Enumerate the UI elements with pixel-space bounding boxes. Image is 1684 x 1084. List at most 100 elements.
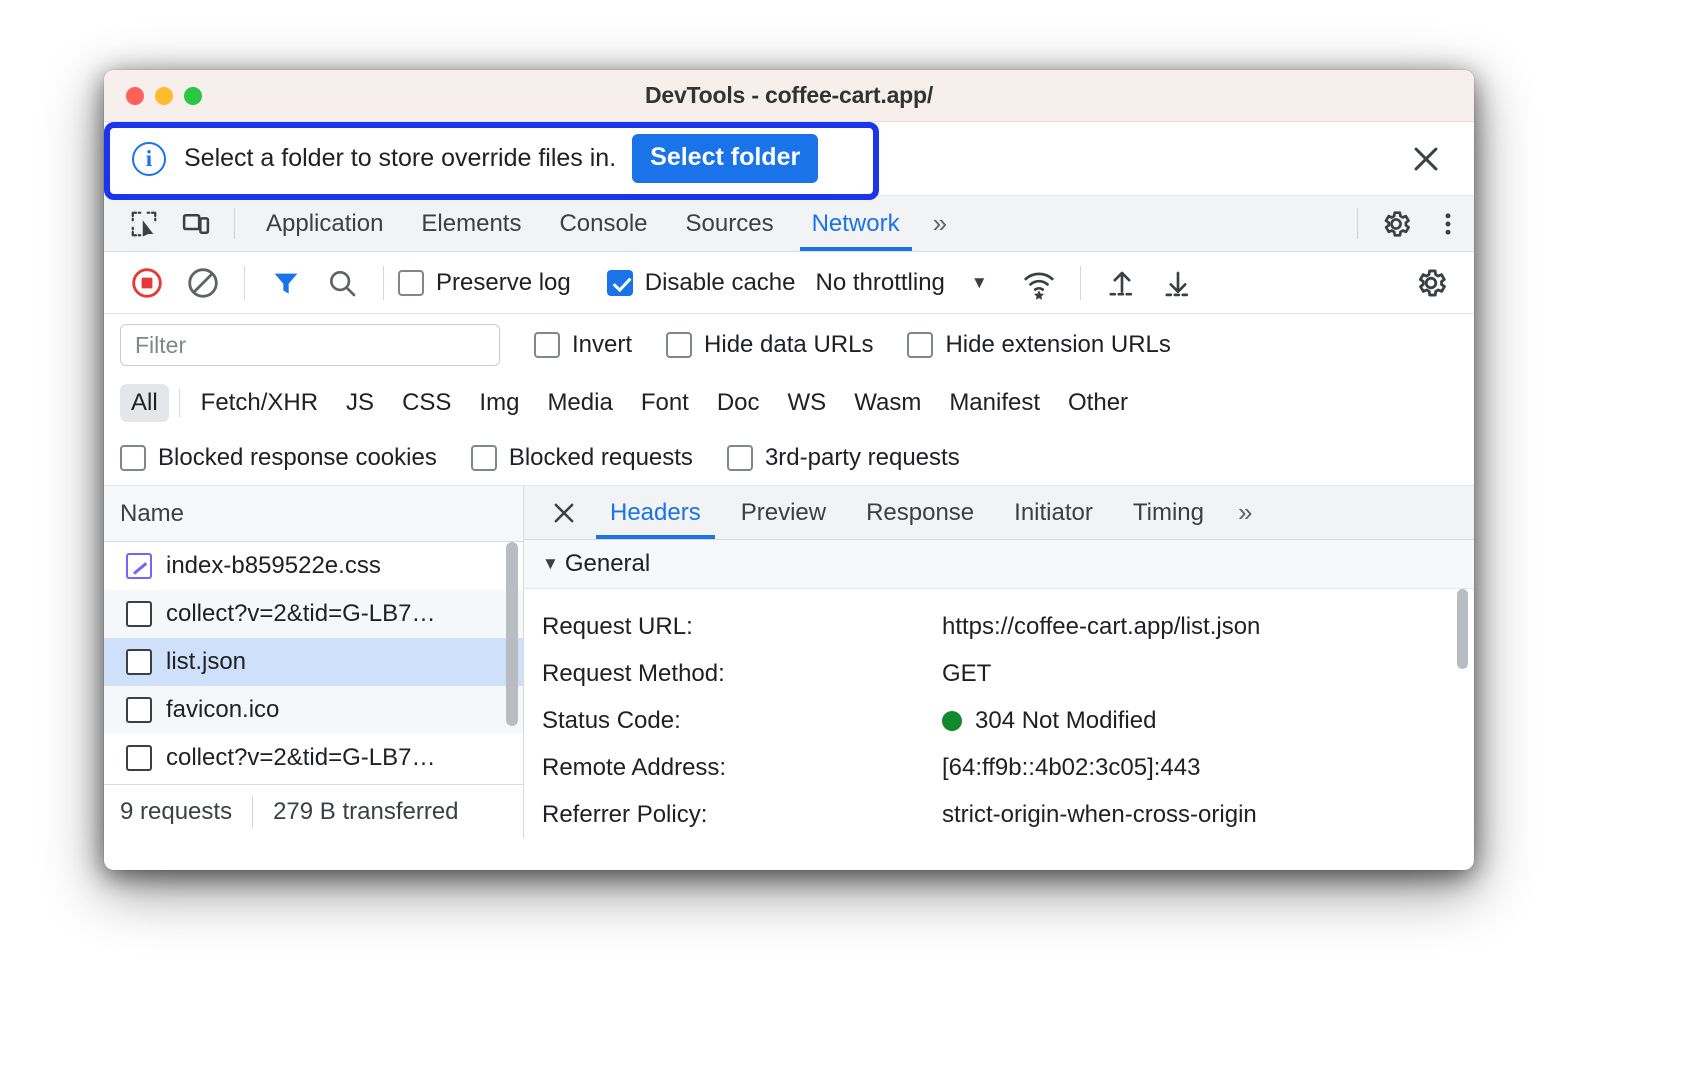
header-row: Request URL: https://coffee-cart.app/lis… — [524, 603, 1474, 650]
table-row[interactable]: index-b859522e.css — [104, 542, 523, 590]
toolbar-divider-3 — [1080, 266, 1081, 300]
type-filter-ws[interactable]: WS — [777, 384, 838, 422]
blocked-response-cookies-box[interactable] — [120, 445, 146, 471]
header-row: Request Method: GET — [524, 650, 1474, 697]
header-key: Remote Address: — [542, 754, 942, 782]
tabbar-divider — [234, 208, 235, 239]
table-row[interactable]: favicon.ico — [104, 686, 523, 734]
tab-sources[interactable]: Sources — [667, 196, 793, 251]
preserve-log-box[interactable] — [398, 270, 424, 296]
detail-pane-scrollbar[interactable] — [1457, 589, 1468, 669]
network-status-bar: 9 requests 279 B transferred — [104, 784, 523, 838]
type-filter-img[interactable]: Img — [468, 384, 530, 422]
disable-cache-checkbox[interactable]: Disable cache — [607, 269, 796, 297]
general-headers-list: Request URL: https://coffee-cart.app/lis… — [524, 589, 1474, 838]
header-value-with-status: 304 Not Modified — [942, 707, 1156, 735]
wifi-settings-icon[interactable] — [1012, 256, 1066, 310]
header-key: Request Method: — [542, 660, 942, 688]
inspect-element-icon[interactable] — [118, 196, 170, 251]
type-filter-doc[interactable]: Doc — [706, 384, 771, 422]
network-toolbar: Preserve log Disable cache No throttling… — [104, 252, 1474, 314]
hide-data-urls-checkbox[interactable]: Hide data URLs — [666, 331, 873, 359]
hide-extension-urls-label: Hide extension URLs — [945, 331, 1170, 359]
generic-file-icon — [126, 697, 152, 723]
blocked-response-cookies-checkbox[interactable]: Blocked response cookies — [120, 444, 437, 472]
table-row[interactable]: list.json — [104, 638, 523, 686]
minimize-window-button[interactable] — [155, 87, 173, 105]
blocked-response-cookies-label: Blocked response cookies — [158, 444, 437, 472]
type-filter-font[interactable]: Font — [630, 384, 700, 422]
request-list-scrollbar[interactable] — [506, 542, 518, 726]
record-stop-icon[interactable] — [120, 256, 174, 310]
header-row: Referrer Policy: strict-origin-when-cros… — [524, 791, 1474, 838]
hide-extension-urls-checkbox[interactable]: Hide extension URLs — [907, 331, 1170, 359]
type-filter-all[interactable]: All — [120, 384, 169, 422]
invert-checkbox[interactable]: Invert — [534, 331, 632, 359]
window-controls[interactable] — [126, 87, 202, 105]
close-window-button[interactable] — [126, 87, 144, 105]
generic-file-icon — [126, 601, 152, 627]
tab-headers[interactable]: Headers — [590, 486, 721, 539]
devtools-window: DevTools - coffee-cart.app/ i Select a f… — [104, 70, 1474, 870]
invert-box[interactable] — [534, 332, 560, 358]
chevron-down-icon: ▼ — [971, 273, 988, 293]
type-filter-divider — [179, 389, 180, 417]
request-list-column-header[interactable]: Name — [104, 486, 523, 542]
tab-preview[interactable]: Preview — [721, 486, 846, 539]
header-row: Status Code: 304 Not Modified — [524, 697, 1474, 744]
table-row[interactable]: collect?v=2&tid=G-LB7… — [104, 734, 523, 782]
blocked-requests-checkbox[interactable]: Blocked requests — [471, 444, 693, 472]
header-value: [64:ff9b::4b02:3c05]:443 — [942, 754, 1200, 782]
blocked-requests-box[interactable] — [471, 445, 497, 471]
general-section-header[interactable]: ▼ General — [524, 540, 1474, 589]
network-settings-gear-icon[interactable] — [1404, 256, 1458, 310]
type-filter-js[interactable]: JS — [335, 384, 385, 422]
select-folder-button[interactable]: Select folder — [632, 134, 818, 183]
upload-har-icon[interactable] — [1095, 256, 1149, 310]
header-key: Referrer Policy: — [542, 801, 942, 829]
maximize-window-button[interactable] — [184, 87, 202, 105]
network-panes: Name index-b859522e.css collect?v=2&tid=… — [104, 486, 1474, 838]
type-filter-css[interactable]: CSS — [391, 384, 462, 422]
table-row[interactable]: collect?v=2&tid=G-LB7… — [104, 590, 523, 638]
tab-console[interactable]: Console — [540, 196, 666, 251]
hide-data-urls-box[interactable] — [666, 332, 692, 358]
window-titlebar: DevTools - coffee-cart.app/ — [104, 70, 1474, 122]
devtools-tabbar: Application Elements Console Sources Net… — [104, 196, 1474, 252]
hide-extension-urls-box[interactable] — [907, 332, 933, 358]
tab-initiator[interactable]: Initiator — [994, 486, 1113, 539]
search-icon[interactable] — [315, 256, 369, 310]
status-divider — [252, 796, 253, 828]
download-har-icon[interactable] — [1151, 256, 1205, 310]
type-filter-fetch-xhr[interactable]: Fetch/XHR — [190, 384, 329, 422]
request-name: collect?v=2&tid=G-LB7… — [166, 600, 435, 628]
tab-response[interactable]: Response — [846, 486, 994, 539]
throttling-dropdown[interactable]: No throttling ▼ — [815, 269, 987, 297]
banner-message: Select a folder to store override files … — [184, 144, 616, 173]
tab-network[interactable]: Network — [793, 196, 919, 251]
more-tabs-chevron-icon[interactable]: » — [919, 196, 961, 251]
tab-application[interactable]: Application — [247, 196, 402, 251]
header-value: https://coffee-cart.app/list.json — [942, 613, 1260, 641]
third-party-requests-checkbox[interactable]: 3rd-party requests — [727, 444, 960, 472]
gear-icon[interactable] — [1370, 196, 1422, 251]
close-icon[interactable] — [1404, 137, 1448, 181]
close-icon[interactable] — [538, 486, 590, 539]
tabbar-right-divider — [1357, 208, 1358, 239]
type-filter-manifest[interactable]: Manifest — [938, 384, 1051, 422]
preserve-log-checkbox[interactable]: Preserve log — [398, 269, 571, 297]
third-party-requests-box[interactable] — [727, 445, 753, 471]
tab-elements[interactable]: Elements — [402, 196, 540, 251]
more-detail-tabs-chevron-icon[interactable]: » — [1224, 486, 1266, 539]
disable-cache-box[interactable] — [607, 270, 633, 296]
type-filter-media[interactable]: Media — [536, 384, 623, 422]
type-filter-other[interactable]: Other — [1057, 384, 1139, 422]
filter-input[interactable] — [120, 324, 500, 366]
info-icon: i — [132, 142, 166, 176]
tab-timing[interactable]: Timing — [1113, 486, 1224, 539]
type-filter-wasm[interactable]: Wasm — [843, 384, 932, 422]
kebab-menu-icon[interactable] — [1422, 196, 1474, 251]
filter-funnel-icon[interactable] — [259, 256, 313, 310]
device-toolbar-icon[interactable] — [170, 196, 222, 251]
clear-icon[interactable] — [176, 256, 230, 310]
